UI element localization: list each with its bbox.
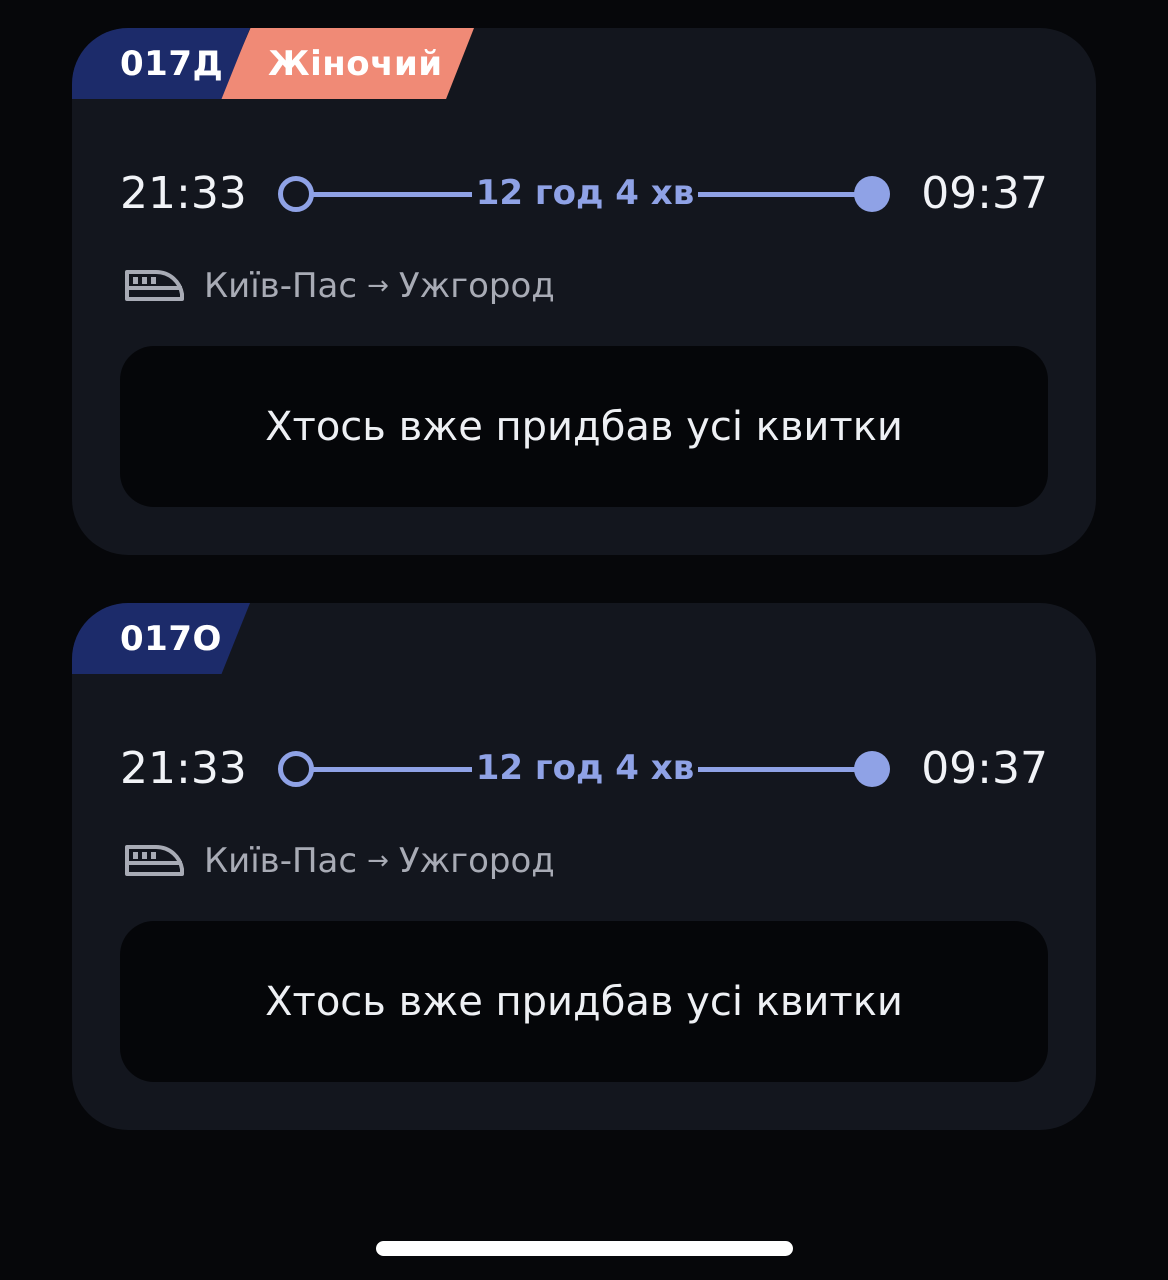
origin-station: Київ-Пас: [204, 266, 358, 306]
arrival-time: 09:37: [921, 743, 1048, 794]
train-icon: [124, 268, 186, 304]
sold-out-text: Хтось вже придбав усі квитки: [265, 978, 903, 1025]
train-number-badge: 017Д: [72, 28, 250, 99]
departure-dot-icon: [278, 751, 314, 787]
home-indicator[interactable]: [376, 1241, 793, 1256]
destination-station: Ужгород: [398, 266, 555, 306]
travel-duration: 12 год 4 хв: [475, 173, 695, 213]
departure-time: 21:33: [120, 168, 247, 219]
destination-station: Ужгород: [398, 841, 555, 881]
route-info: Київ-Пас → Ужгород: [124, 266, 555, 306]
train-number-badge: 017О: [72, 603, 250, 674]
train-card[interactable]: 017Д Жіночий 21:33 12 год 4 хв 09:37 Киї…: [72, 28, 1096, 555]
departure-time: 21:33: [120, 743, 247, 794]
origin-station: Київ-Пас: [204, 841, 358, 881]
travel-duration: 12 год 4 хв: [475, 748, 695, 788]
women-car-badge: Жіночий: [220, 28, 474, 99]
sold-out-notice: Хтось вже придбав усі квитки: [120, 346, 1048, 507]
arrow-right-icon: →: [367, 846, 389, 876]
journey-timeline: 12 год 4 хв: [278, 173, 890, 213]
departure-dot-icon: [278, 176, 314, 212]
sold-out-notice: Хтось вже придбав усі квитки: [120, 921, 1048, 1082]
sold-out-text: Хтось вже придбав усі квитки: [265, 403, 903, 450]
timeline-line: [312, 767, 472, 772]
timeline-line: [698, 192, 860, 197]
timeline-line: [698, 767, 860, 772]
arrival-dot-icon: [854, 176, 890, 212]
arrow-right-icon: →: [367, 271, 389, 301]
train-card[interactable]: 017О 21:33 12 год 4 хв 09:37 Київ-Пас → …: [72, 603, 1096, 1130]
arrival-time: 09:37: [921, 168, 1048, 219]
arrival-dot-icon: [854, 751, 890, 787]
timeline-line: [312, 192, 472, 197]
train-icon: [124, 843, 186, 879]
route-info: Київ-Пас → Ужгород: [124, 841, 555, 881]
journey-timeline: 12 год 4 хв: [278, 748, 890, 788]
